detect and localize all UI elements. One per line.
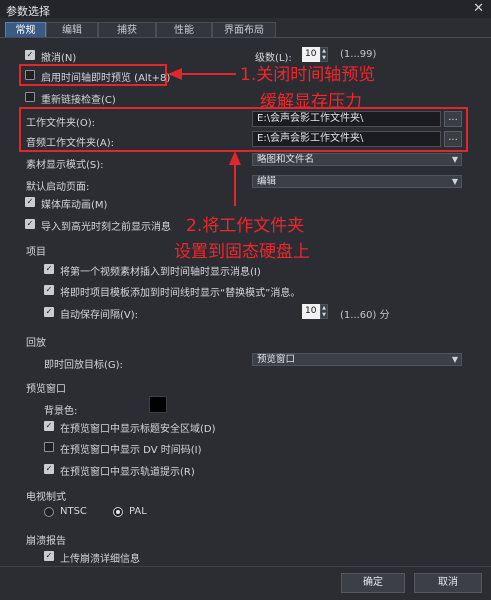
clip-display-mode-select[interactable]: 略图和文件名 ▼	[252, 153, 462, 166]
bg-color-label: 背景色:	[44, 406, 78, 417]
relink-check-checkbox[interactable]	[25, 92, 35, 102]
playback-section-title: 回放	[26, 338, 46, 349]
default-start-page-select[interactable]: 编辑 ▼	[252, 175, 462, 188]
annotation-note2-line2: 设置到固态硬盘上	[174, 242, 310, 262]
work-folder-input[interactable]: E:\会声会影工作文件夹\	[252, 111, 441, 127]
bg-color-swatch[interactable]	[149, 396, 167, 413]
footer-divider	[0, 566, 491, 567]
preview-window-section-title: 预览窗口	[26, 384, 66, 395]
first-clip-msg-checkbox[interactable]: ✓	[44, 264, 54, 274]
ok-button[interactable]: 确定	[341, 573, 405, 593]
window-title: 参数选择	[6, 5, 50, 18]
replace-mode-msg-label: 将即时项目模板添加到时间线时显示“替换模式”消息。	[60, 288, 301, 299]
import-highlight-label: 导入到高光时刻之前显示消息	[41, 222, 171, 233]
media-library-animation-checkbox[interactable]: ✓	[25, 197, 35, 207]
clip-display-mode-value: 略图和文件名	[257, 154, 315, 165]
ntsc-label: NTSC	[60, 506, 87, 517]
tab-divider	[0, 37, 491, 38]
tab-capture[interactable]: 捕获	[98, 22, 156, 38]
tab-edit[interactable]: 编辑	[46, 22, 98, 38]
work-folder-browse-button[interactable]: ...	[444, 111, 462, 127]
first-clip-msg-label: 将第一个视频素材插入到时间轴时显示消息(I)	[60, 267, 261, 278]
chevron-down-icon: ▼	[451, 155, 458, 164]
tv-format-section-title: 电视制式	[26, 492, 66, 503]
track-hints-label: 在预览窗口中显示轨道提示(R)	[60, 467, 195, 478]
playback-target-select[interactable]: 预览窗口 ▼	[252, 353, 462, 366]
annotation-arrow-2	[229, 151, 241, 206]
crash-upload-label: 上传崩溃详细信息	[60, 554, 140, 565]
tab-interface-layout[interactable]: 界面布局	[212, 22, 276, 38]
instant-preview-label: 启用时间轴即时预览 (Alt+8)	[41, 73, 171, 84]
default-start-page-value: 编辑	[257, 176, 277, 187]
annotation-arrow-1	[168, 68, 236, 80]
annotation-note2-line1: 2.将工作文件夹	[186, 216, 305, 236]
pal-radio[interactable]	[113, 507, 123, 517]
clip-display-mode-label: 素材显示模式(S):	[26, 160, 104, 171]
chevron-down-icon: ▼	[451, 355, 458, 364]
tab-performance[interactable]: 性能	[156, 22, 212, 38]
title-bar: 参数选择 ✕	[0, 0, 491, 18]
crash-report-section-title: 崩溃报告	[26, 536, 66, 547]
instant-preview-checkbox[interactable]	[25, 70, 35, 80]
default-start-page-label: 默认启动页面:	[26, 182, 90, 193]
dv-timecode-label: 在预览窗口中显示 DV 时间码(I)	[60, 445, 202, 456]
autosave-interval-stepper[interactable]: ▲ ▼	[320, 304, 328, 319]
track-hints-checkbox[interactable]: ✓	[44, 464, 54, 474]
replace-mode-msg-checkbox[interactable]: ✓	[44, 285, 54, 295]
pal-label: PAL	[129, 506, 147, 517]
crash-upload-checkbox[interactable]: ✓	[44, 551, 54, 561]
audio-work-folder-input[interactable]: E:\会声会影工作文件夹\	[252, 131, 441, 147]
ntsc-radio[interactable]	[44, 507, 54, 517]
audio-work-folder-browse-button[interactable]: ...	[444, 131, 462, 147]
title-safe-checkbox[interactable]: ✓	[44, 421, 54, 431]
playback-target-label: 即时回放目标(G):	[44, 360, 123, 371]
audio-work-folder-label: 音频工作文件夹(A):	[26, 138, 115, 149]
dv-timecode-checkbox[interactable]	[44, 442, 54, 452]
undo-checkbox[interactable]: ✓	[25, 50, 35, 60]
import-highlight-checkbox[interactable]: ✓	[25, 219, 35, 229]
levels-range: (1...99)	[340, 49, 377, 60]
annotation-note1-line1: 1.关闭时间轴预览	[240, 65, 376, 85]
close-icon[interactable]: ✕	[473, 1, 484, 16]
tab-general[interactable]: 常规	[5, 22, 46, 38]
relink-check-label: 重新链接检查(C)	[41, 95, 116, 106]
title-safe-label: 在预览窗口中显示标题安全区域(D)	[60, 424, 216, 435]
undo-label: 撤消(N)	[41, 53, 77, 64]
autosave-interval-input[interactable]: 10	[302, 304, 320, 319]
autosave-label: 自动保存间隔(V):	[60, 310, 139, 321]
chevron-down-icon: ▼	[451, 177, 458, 186]
cancel-button[interactable]: 取消	[414, 573, 482, 593]
media-library-animation-label: 媒体库动画(M)	[41, 200, 108, 211]
work-folder-label: 工作文件夹(O):	[26, 118, 96, 129]
project-section-title: 项目	[26, 247, 46, 258]
autosave-checkbox[interactable]: ✓	[44, 307, 54, 317]
autosave-range: (1...60) 分	[340, 310, 390, 321]
playback-target-value: 预览窗口	[257, 354, 296, 365]
